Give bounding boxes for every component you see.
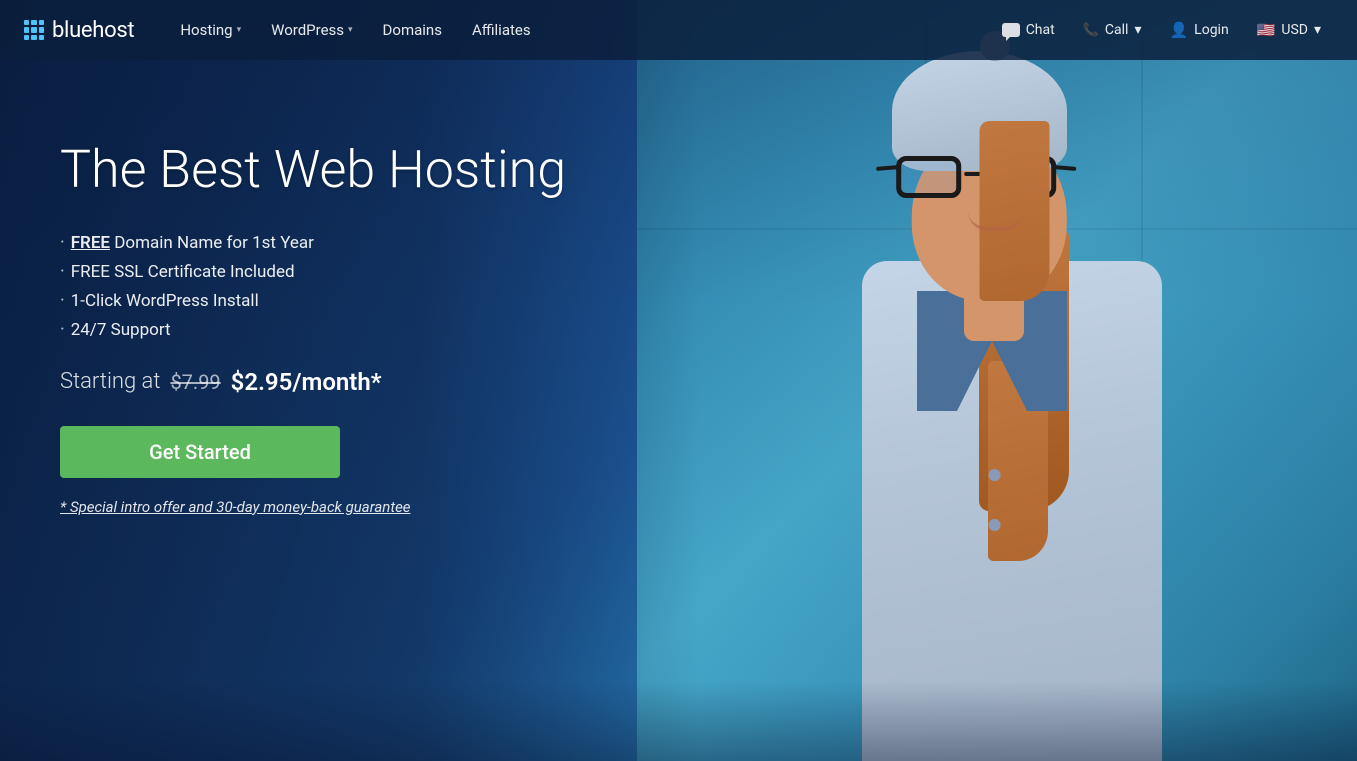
bullet-dot: · xyxy=(60,290,65,311)
bullet-dot: · xyxy=(60,319,65,340)
brand-logo[interactable]: bluehost xyxy=(24,18,134,43)
price-old: $7.99 xyxy=(170,370,220,394)
nav-right: Chat 📞 Call ▾ 👤 Login 🇺🇸 USD ▾ xyxy=(990,13,1333,47)
price-label: Starting at xyxy=(60,369,160,394)
phone-icon: 📞 xyxy=(1083,23,1099,38)
brand-name: bluehost xyxy=(52,18,134,43)
grid-icon xyxy=(24,20,44,40)
chevron-down-icon: ▾ xyxy=(1134,22,1141,38)
hero-content: The Best Web Hosting · FREE Domain Name … xyxy=(0,60,680,596)
nav-wordpress[interactable]: WordPress ▾ xyxy=(257,13,366,47)
bottom-fade xyxy=(0,681,1357,761)
free-label: FREE xyxy=(71,233,110,253)
flag-icon: 🇺🇸 xyxy=(1257,21,1276,39)
bullet-dot: · xyxy=(60,261,65,282)
navbar: bluehost Hosting ▾ WordPress ▾ Domains A… xyxy=(0,0,1357,60)
bullet-wordpress: · 1-Click WordPress Install xyxy=(60,290,620,311)
chat-button[interactable]: Chat xyxy=(990,14,1067,46)
promo-link[interactable]: * Special intro offer and 30-day money-b… xyxy=(60,498,411,516)
chevron-down-icon: ▾ xyxy=(237,25,242,35)
hero-title: The Best Web Hosting xyxy=(60,140,620,200)
nav-links: Hosting ▾ WordPress ▾ Domains Affiliates xyxy=(166,13,989,47)
chat-icon xyxy=(1002,23,1020,37)
hero-bullets: · FREE Domain Name for 1st Year · FREE S… xyxy=(60,232,620,340)
bullet-dot: · xyxy=(60,232,65,253)
get-started-button[interactable]: Get Started xyxy=(60,426,340,478)
chevron-down-icon: ▾ xyxy=(1314,22,1321,38)
nav-affiliates[interactable]: Affiliates xyxy=(458,13,545,47)
call-button[interactable]: 📞 Call ▾ xyxy=(1071,14,1154,46)
bullet-support: · 24/7 Support xyxy=(60,319,620,340)
nav-domains[interactable]: Domains xyxy=(369,13,456,47)
bullet-domain: · FREE Domain Name for 1st Year xyxy=(60,232,620,253)
chevron-down-icon: ▾ xyxy=(348,25,353,35)
login-button[interactable]: 👤 Login xyxy=(1157,13,1240,47)
user-icon: 👤 xyxy=(1169,21,1188,39)
hero-price: Starting at $7.99 $2.95/month* xyxy=(60,368,620,396)
price-new: $2.95/month* xyxy=(231,368,382,396)
nav-hosting[interactable]: Hosting ▾ xyxy=(166,13,255,47)
currency-button[interactable]: 🇺🇸 USD ▾ xyxy=(1245,13,1333,47)
bullet-ssl: · FREE SSL Certificate Included xyxy=(60,261,620,282)
